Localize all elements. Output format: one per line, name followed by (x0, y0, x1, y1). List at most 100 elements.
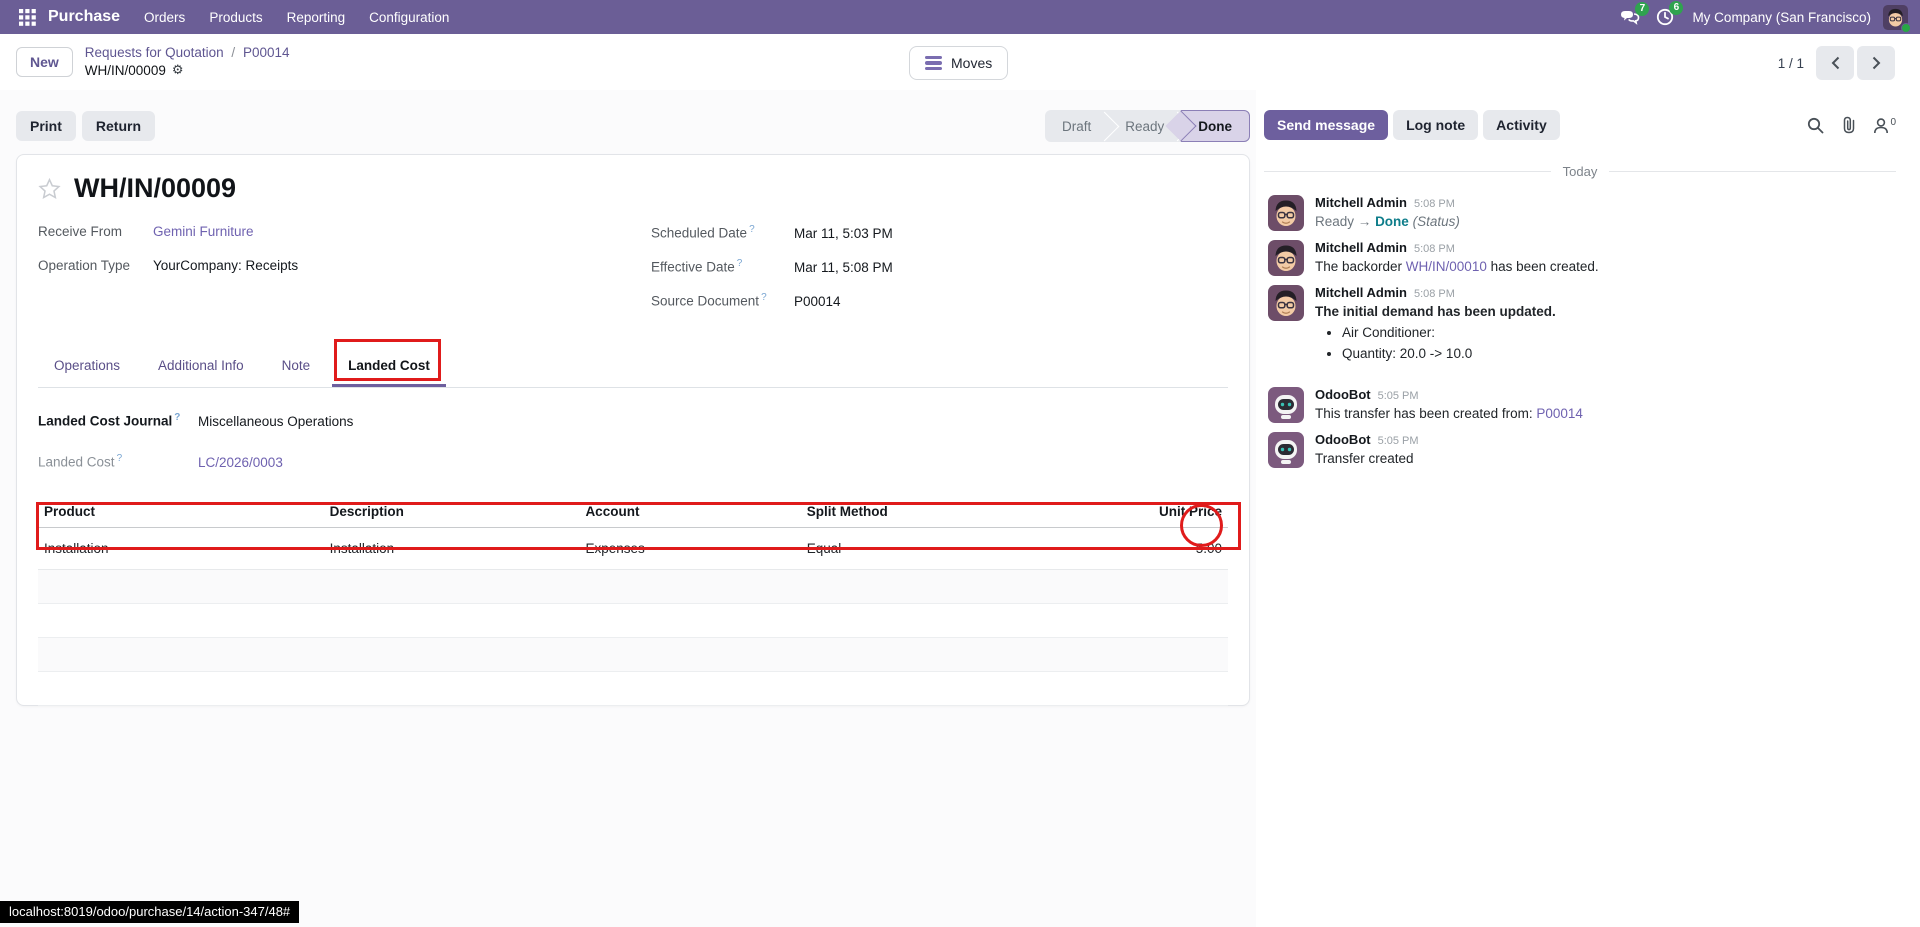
print-button[interactable]: Print (16, 111, 76, 141)
grid-icon (18, 8, 36, 26)
new-button[interactable]: New (16, 47, 73, 77)
messages-menu[interactable]: 7 (1620, 2, 1650, 25)
receive-from-value[interactable]: Gemini Furniture (153, 224, 254, 239)
pager-next-button[interactable] (1857, 46, 1895, 80)
tab-note[interactable]: Note (266, 348, 327, 387)
tab-additional-info[interactable]: Additional Info (142, 348, 260, 387)
message-author[interactable]: Mitchell Admin (1315, 195, 1407, 210)
moves-label: Moves (951, 55, 993, 71)
column-split-method[interactable]: Split Method (800, 496, 1051, 528)
attachments-button[interactable] (1841, 116, 1856, 134)
chatter-message: Mitchell Admin 5:08 PM Ready → Done (Sta… (1268, 195, 1896, 232)
company-name[interactable]: My Company (San Francisco) (1692, 10, 1871, 25)
chevron-right-icon (1872, 56, 1880, 70)
stage-draft[interactable]: Draft (1045, 110, 1108, 142)
followers-button[interactable]: 0 (1873, 117, 1896, 134)
status-bar-url: localhost:8019/odoo/purchase/14/action-3… (0, 901, 300, 923)
landed-cost-lines-table: Product Description Account Split Method… (38, 496, 1228, 570)
moves-smart-button[interactable]: Moves (909, 46, 1009, 80)
stage-done[interactable]: Done (1181, 110, 1250, 142)
chatter-message: OdooBot 5:05 PM This transfer has been c… (1268, 387, 1896, 424)
activities-menu[interactable]: 6 (1656, 1, 1684, 26)
message-author[interactable]: Mitchell Admin (1315, 285, 1407, 300)
record-link[interactable]: P00014 (1536, 406, 1583, 421)
menu-configuration[interactable]: Configuration (359, 5, 459, 30)
odoobot-avatar (1268, 387, 1304, 424)
column-description[interactable]: Description (323, 496, 580, 528)
tab-landed-cost[interactable]: Landed Cost (332, 348, 446, 387)
menu-reporting[interactable]: Reporting (277, 5, 356, 30)
message-time: 5:08 PM (1413, 198, 1455, 210)
avatar[interactable] (1268, 432, 1304, 469)
apps-grid-icon[interactable] (12, 2, 42, 32)
pager-value: 1 / 1 (1777, 55, 1804, 71)
menu-products[interactable]: Products (199, 5, 272, 30)
cell-description[interactable]: Installation (323, 527, 580, 570)
avatar[interactable] (1268, 239, 1304, 276)
cell-product[interactable]: Installation (38, 527, 324, 570)
search-icon (1808, 117, 1824, 133)
table-header-row: Product Description Account Split Method… (38, 496, 1228, 528)
breadcrumb-parent[interactable]: Requests for Quotation (85, 45, 224, 60)
landed-cost-tab-pane: Landed Cost Journal? Miscellaneous Opera… (38, 388, 1228, 706)
column-account[interactable]: Account (579, 496, 801, 528)
message-body: This transfer has been created from: P00… (1315, 406, 1583, 422)
notebook-tabs: Operations Additional Info Note Landed C… (38, 348, 1228, 388)
form-control-row: Print Return Draft Ready Done (0, 108, 1256, 144)
paperclip-icon (1844, 116, 1855, 134)
message-body: Transfer created (1315, 451, 1414, 467)
message-author[interactable]: Mitchell Admin (1315, 240, 1407, 255)
breadcrumb-origin[interactable]: P00014 (243, 45, 290, 60)
cell-account[interactable]: Expenses (579, 527, 801, 570)
help-icon: ? (736, 258, 743, 269)
empty-table-rows (38, 570, 1228, 706)
app-name[interactable]: Purchase (48, 8, 120, 26)
message-body: The initial demand has been updated. Air… (1315, 303, 1556, 364)
effective-date-label: Effective Date? (651, 258, 743, 275)
landed-cost-journal-value[interactable]: Miscellaneous Operations (198, 414, 353, 429)
log-note-button[interactable]: Log note (1393, 110, 1479, 140)
messages-badge: 7 (1635, 2, 1650, 16)
record-link[interactable]: WH/IN/00010 (1406, 259, 1487, 274)
scheduled-date-label: Scheduled Date? (651, 224, 755, 241)
message-author[interactable]: OdooBot (1315, 387, 1371, 402)
activity-button[interactable]: Activity (1483, 110, 1560, 140)
user-avatar[interactable] (1883, 4, 1911, 33)
landed-cost-value[interactable]: LC/2026/0003 (198, 455, 283, 470)
arrow-right-icon: → (1357, 214, 1372, 229)
source-document-value[interactable]: P00014 (794, 294, 841, 309)
chatter-panel: Send message Log note Activity 0 Today M… (1256, 90, 1920, 927)
message-author[interactable]: OdooBot (1315, 432, 1371, 447)
message-time: 5:08 PM (1413, 242, 1455, 255)
pager-previous-button[interactable] (1816, 46, 1854, 80)
avatar[interactable] (1268, 387, 1304, 424)
avatar[interactable] (1268, 284, 1304, 321)
chatter-buttons-row: Send message Log note Activity 0 (1264, 110, 1896, 140)
operation-type-value[interactable]: YourCompany: Receipts (153, 258, 298, 273)
column-product[interactable]: Product (38, 496, 324, 528)
breadcrumb-current: WH/IN/00009 (84, 63, 166, 78)
field-group: Receive From Gemini Furniture Operation … (38, 224, 1228, 326)
search-messages-button[interactable] (1807, 117, 1824, 134)
activities-badge: 6 (1669, 1, 1684, 15)
menu-orders[interactable]: Orders (134, 5, 195, 30)
landed-cost-journal-label: Landed Cost Journal? (38, 412, 181, 429)
cell-split-method[interactable]: Equal (800, 527, 1051, 570)
receive-from-label: Receive From (38, 224, 123, 239)
scheduled-date-value[interactable]: Mar 11, 5:03 PM (794, 226, 893, 241)
help-icon: ? (174, 412, 181, 423)
gear-icon[interactable]: ⚙ (172, 62, 184, 79)
table-row[interactable]: Installation Installation Expenses Equal… (38, 527, 1228, 570)
form-view-area: Print Return Draft Ready Done WH/IN/0000… (0, 90, 1256, 927)
favorite-star-icon[interactable] (38, 177, 61, 200)
effective-date-value[interactable]: Mar 11, 5:08 PM (794, 260, 893, 275)
message-time: 5:05 PM (1377, 435, 1419, 448)
chatter-message: Mitchell Admin 5:08 PM The backorder WH/… (1268, 239, 1896, 277)
send-message-button[interactable]: Send message (1264, 110, 1389, 140)
return-button[interactable]: Return (81, 111, 156, 141)
tab-operations[interactable]: Operations (38, 348, 136, 387)
cell-unit-price[interactable]: 5.00 (1050, 527, 1228, 570)
tracking-item: Quantity: 20.0 -> 10.0 (1342, 345, 1556, 364)
column-unit-price[interactable]: Unit Price (1050, 496, 1228, 528)
avatar[interactable] (1268, 195, 1304, 231)
